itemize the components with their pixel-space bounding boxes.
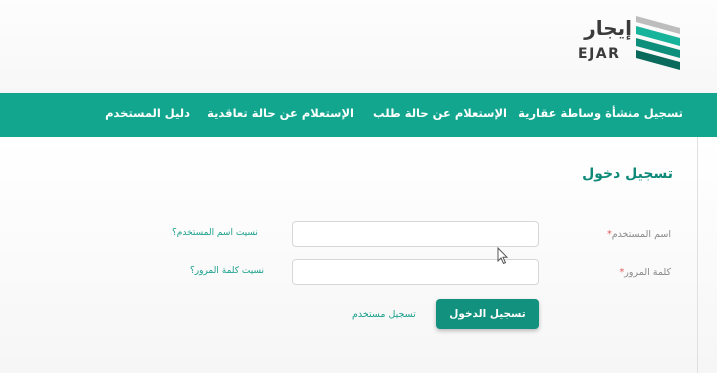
- forgot-username-link[interactable]: نسيت اسم المستخدم؟: [172, 228, 258, 238]
- logo-arabic-text: إيجار: [584, 16, 632, 40]
- ejar-logo[interactable]: إيجار EJAR: [566, 14, 696, 74]
- mouse-cursor-icon: [497, 247, 509, 265]
- password-label: كلمة المرور*: [620, 267, 671, 278]
- username-label-text: اسم المستخدم: [611, 229, 671, 240]
- nav-item-request-status[interactable]: الإستعلام عن حالة طلب: [373, 106, 507, 120]
- main-navigation: تسجيل منشأة وساطة عقارية الإستعلام عن حا…: [0, 93, 717, 137]
- ejar-logo-icon: [636, 16, 680, 70]
- logo-english-text: EJAR: [578, 46, 621, 62]
- nav-item-register-brokerage[interactable]: تسجيل منشأة وساطة عقارية: [518, 106, 683, 120]
- forgot-password-link[interactable]: نسيت كلمة المرور؟: [190, 266, 264, 276]
- nav-item-contract-status[interactable]: الإستعلام عن حالة تعاقدية: [207, 106, 354, 120]
- page-title: تسجيل دخول: [582, 166, 673, 182]
- nav-item-user-guide[interactable]: دليل المستخدم: [105, 106, 190, 120]
- password-label-text: كلمة المرور: [624, 267, 671, 278]
- login-button[interactable]: تسجيل الدخول: [436, 299, 539, 329]
- register-user-link[interactable]: تسجيل مستخدم: [352, 309, 416, 320]
- content-divider: [697, 137, 698, 373]
- username-label: اسم المستخدم*: [607, 229, 671, 240]
- username-input[interactable]: [292, 221, 539, 247]
